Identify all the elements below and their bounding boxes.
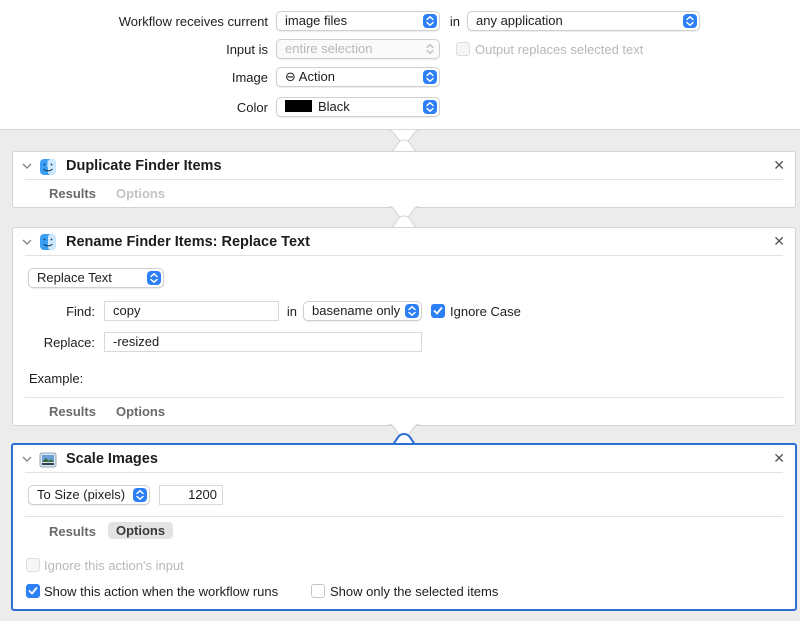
popup-arrows-icon [133,488,147,502]
action-title: Duplicate Finder Items [66,158,222,174]
tab-results[interactable]: Results [49,524,96,539]
replace-mode-value: Replace Text [37,270,112,285]
ignore-input-checkbox[interactable] [26,558,40,572]
popup-arrows-icon [423,14,437,28]
divider [25,397,783,398]
size-input[interactable]: 1200 [159,485,223,505]
close-icon[interactable]: ✕ [773,233,785,250]
popup-arrows-icon [423,42,437,56]
popup-arrows-icon [147,271,161,285]
receives-value: image files [285,13,348,28]
preview-icon [39,452,57,468]
popup-arrows-icon [423,100,437,114]
finder-icon [40,159,56,175]
chevron-down-icon[interactable] [22,162,32,170]
ignore-case-checkbox[interactable] [431,304,445,318]
show-action-label: Show this action when the workflow runs [44,584,279,599]
ignore-case-label: Ignore Case [450,304,521,319]
divider [25,516,783,517]
image-value: ⊖ Action [285,69,335,84]
scope-popup[interactable]: basename only [303,301,422,321]
tab-results[interactable]: Results [49,186,96,201]
receives-popup[interactable]: image files [276,11,440,31]
popup-arrows-icon [405,304,419,318]
action-rename-finder-items[interactable]: Rename Finder Items: Replace Text ✕ Repl… [12,227,796,426]
replace-label: Replace: [43,335,95,350]
ignore-input-label: Ignore this action's input [44,558,184,573]
application-value: any application [476,13,563,28]
show-selected-label: Show only the selected items [330,584,499,599]
divider [25,472,783,473]
size-mode-value: To Size (pixels) [37,487,126,502]
color-value: Black [318,99,350,114]
close-icon[interactable]: ✕ [773,157,785,174]
scope-value: basename only [312,303,401,318]
action-title: Scale Images [66,451,158,467]
application-popup[interactable]: any application [467,11,700,31]
find-input[interactable]: copy [104,301,279,321]
color-popup[interactable]: Black [276,97,440,117]
in-label: in [449,14,460,29]
show-selected-checkbox[interactable] [311,584,325,598]
input-is-label: Input is [226,42,268,57]
output-replaces-checkbox[interactable] [456,42,470,56]
image-label: Image [231,70,268,85]
color-swatch [285,100,312,112]
finder-icon [40,234,56,250]
show-action-checkbox[interactable] [26,584,40,598]
divider [25,255,783,256]
tab-results[interactable]: Results [49,404,96,419]
action-title: Rename Finder Items: Replace Text [66,234,310,250]
chevron-down-icon[interactable] [22,238,32,246]
tab-options[interactable]: Options [116,404,165,419]
find-label: Find: [66,304,95,319]
chevron-down-icon[interactable] [22,455,32,463]
close-icon[interactable]: ✕ [773,450,785,467]
connector-notch-icon [388,130,420,152]
input-is-value: entire selection [285,41,373,56]
color-label: Color [236,100,268,115]
example-label: Example: [29,371,84,386]
connector-notch-icon [388,206,420,228]
action-duplicate-finder-items[interactable]: Duplicate Finder Items ✕ Results Options [12,151,796,208]
input-is-popup[interactable]: entire selection [276,39,440,59]
divider [25,179,783,180]
in-label: in [286,304,297,319]
popup-arrows-icon [423,70,437,84]
image-popup[interactable]: ⊖ Action [276,67,440,87]
tab-options[interactable]: Options [108,522,174,539]
action-scale-images[interactable]: Scale Images ✕ To Size (pixels) 1200 Res… [11,443,797,611]
replace-input[interactable]: -resized [104,332,422,352]
replace-mode-popup[interactable]: Replace Text [28,268,164,288]
tab-options[interactable]: Options [116,186,165,201]
receives-label: Workflow receives current [118,14,268,29]
size-mode-popup[interactable]: To Size (pixels) [28,485,150,505]
workflow-header-panel: Workflow receives current image files in… [0,0,800,130]
output-replaces-label: Output replaces selected text [475,42,644,57]
popup-arrows-icon [683,14,697,28]
